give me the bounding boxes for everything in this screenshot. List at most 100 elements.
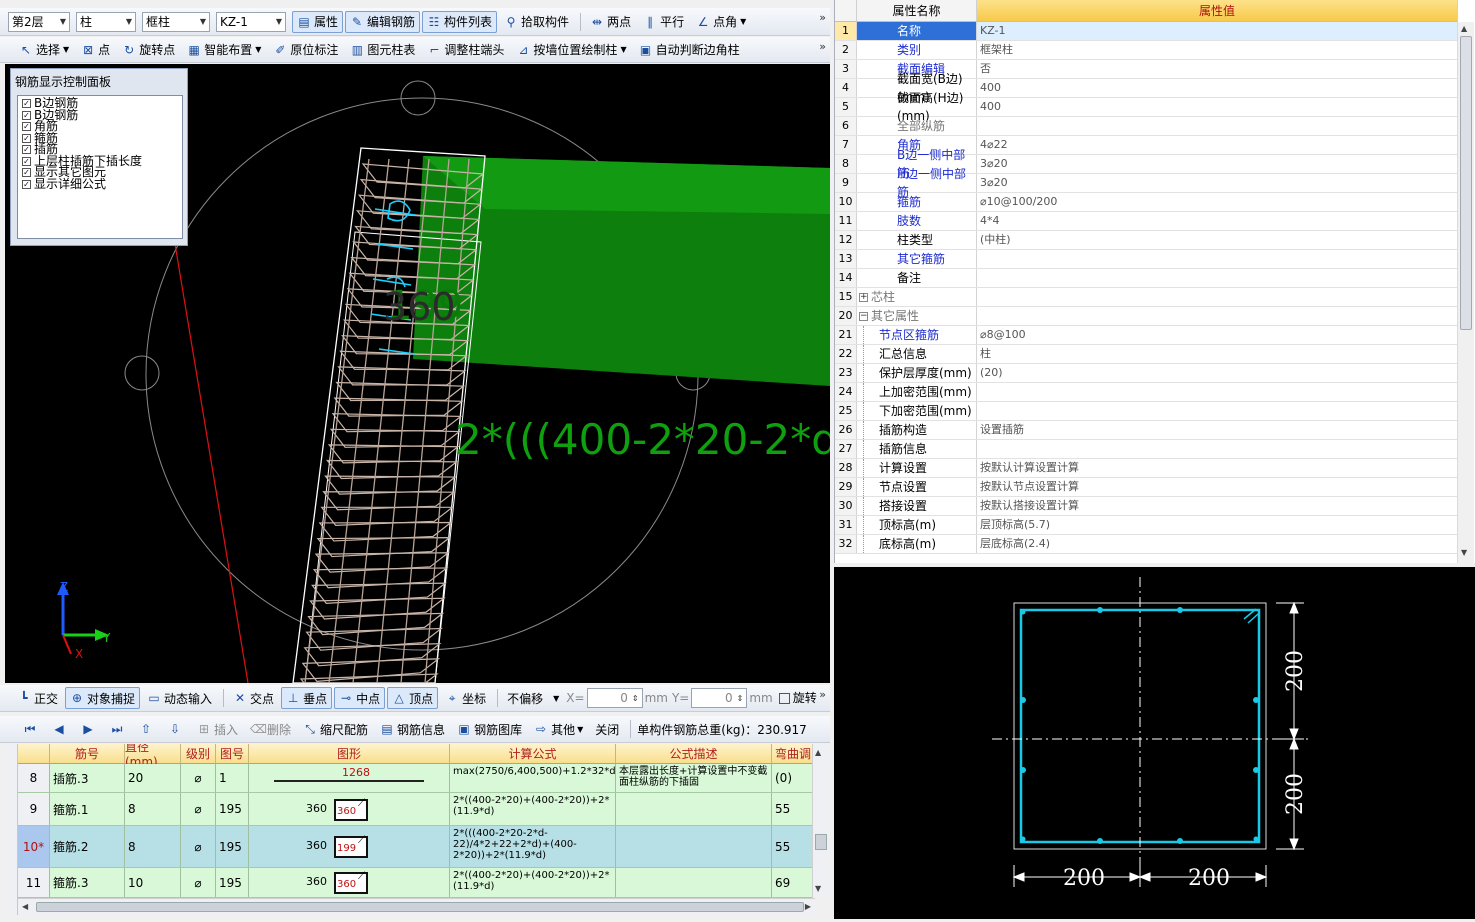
property-row[interactable]: 21 节点区箍筋 ⌀8@100 bbox=[835, 326, 1458, 345]
property-value[interactable]: 按默认计算设置计算 bbox=[977, 459, 1458, 477]
component-list-button[interactable]: ☷ 构件列表 bbox=[422, 10, 498, 33]
property-value[interactable]: 否 bbox=[977, 60, 1458, 78]
subcategory-select[interactable]: 框柱 ▼ bbox=[142, 11, 210, 32]
property-row[interactable]: 10 箍筋 ⌀10@100/200 bbox=[835, 193, 1458, 212]
formula-description[interactable] bbox=[616, 793, 772, 825]
table-header[interactable]: 筋号 bbox=[50, 744, 125, 764]
rebar-grade[interactable]: ⌀ bbox=[181, 868, 216, 897]
property-value[interactable] bbox=[977, 402, 1458, 420]
property-value[interactable]: (中柱) bbox=[977, 231, 1458, 249]
property-row[interactable]: 20− 其它属性 bbox=[835, 307, 1458, 326]
expand-icon[interactable]: + bbox=[859, 292, 868, 302]
property-value[interactable]: 层顶标高(5.7) bbox=[977, 516, 1458, 534]
coordinate-button[interactable]: ⌖ 坐标 bbox=[440, 687, 491, 709]
scroll-thumb[interactable] bbox=[815, 834, 827, 850]
perpendicular-button[interactable]: ⊥ 垂点 bbox=[281, 687, 333, 709]
row-index[interactable]: 9 bbox=[18, 793, 50, 825]
row-index[interactable]: 11 bbox=[18, 868, 50, 897]
delete-button[interactable]: ⌫ 删除 bbox=[245, 718, 296, 740]
scroll-down-icon[interactable]: ▼ bbox=[1461, 548, 1467, 557]
move-up-button[interactable]: ⇧ bbox=[134, 718, 161, 740]
orbit-handle-left[interactable] bbox=[124, 355, 160, 391]
property-row[interactable]: 30 搭接设置 按默认搭接设置计算 bbox=[835, 497, 1458, 516]
property-row[interactable]: 26 插筋构造 设置插筋 bbox=[835, 421, 1458, 440]
property-value[interactable]: 设置插筋 bbox=[977, 421, 1458, 439]
scroll-down-icon[interactable]: ▼ bbox=[815, 884, 821, 893]
property-value[interactable]: 按默认节点设置计算 bbox=[977, 478, 1458, 496]
next-record-button[interactable]: ▶ bbox=[76, 718, 103, 740]
rebar-info-button[interactable]: ▤ 钢筋信息 bbox=[375, 718, 450, 740]
property-row[interactable]: 31 顶标高(m) 层顶标高(5.7) bbox=[835, 516, 1458, 535]
property-value[interactable]: 400 bbox=[977, 98, 1458, 116]
property-row[interactable]: 2 类别 框架柱 bbox=[835, 41, 1458, 60]
rebar-diameter[interactable]: 8 bbox=[125, 826, 181, 867]
property-row[interactable]: 5 截面高(H边)(mm) 400 bbox=[835, 91, 1458, 123]
scale-rebar-button[interactable]: ⤡ 缩尺配筋 bbox=[298, 718, 373, 740]
scroll-up-icon[interactable]: ▲ bbox=[815, 748, 821, 757]
row-index[interactable]: 10* bbox=[18, 826, 50, 867]
y-input[interactable]: 0 ⇕ bbox=[691, 688, 748, 708]
bend-value[interactable]: 55 bbox=[772, 826, 815, 867]
move-down-button[interactable]: ⇩ bbox=[163, 718, 190, 740]
bend-value[interactable]: (0) bbox=[772, 764, 815, 792]
property-row[interactable]: 25 下加密范围(mm) bbox=[835, 402, 1458, 421]
auto-corner-column-button[interactable]: ▣ 自动判断边角柱 bbox=[634, 39, 745, 61]
intersection-button[interactable]: ✕ 交点 bbox=[228, 687, 279, 709]
figure-number[interactable]: 195 bbox=[216, 793, 249, 825]
property-value[interactable]: ⌀8@100 bbox=[977, 326, 1458, 344]
overflow-icon[interactable]: » bbox=[819, 688, 826, 701]
object-snap-button[interactable]: ⊕ 对象捕捉 bbox=[65, 687, 141, 709]
rotate-point-button[interactable]: ↻ 旋转点 bbox=[117, 39, 180, 61]
property-row[interactable]: 23 保护层厚度(mm) (20) bbox=[835, 364, 1458, 383]
property-value[interactable] bbox=[977, 440, 1458, 458]
property-value[interactable]: 框架柱 bbox=[977, 41, 1458, 59]
property-value[interactable] bbox=[977, 269, 1458, 287]
table-header[interactable]: 图号 bbox=[216, 744, 249, 764]
calc-formula[interactable]: 2*((400-2*20)+(400-2*20))+2*(11.9*d) bbox=[450, 868, 616, 897]
prev-record-button[interactable]: ◀ bbox=[47, 718, 74, 740]
adjust-column-end-button[interactable]: ⌐ 调整柱端头 bbox=[422, 39, 509, 61]
edit-rebar-button[interactable]: ✎ 编辑钢筋 bbox=[345, 10, 421, 33]
scroll-right-icon[interactable]: ▶ bbox=[805, 902, 811, 911]
other-button[interactable]: ⇨ 其他 ▼ bbox=[529, 718, 588, 740]
property-row[interactable]: 13 其它箍筋 bbox=[835, 250, 1458, 269]
property-row[interactable]: 14 备注 bbox=[835, 269, 1458, 288]
last-record-button[interactable]: ⏭ bbox=[105, 718, 132, 740]
rebar-number[interactable]: 箍筋.3 bbox=[50, 868, 125, 897]
formula-description[interactable] bbox=[616, 826, 772, 867]
property-value[interactable]: 按默认搭接设置计算 bbox=[977, 497, 1458, 515]
table-row[interactable]: 8 插筋.3 20 ⌀ 1 1268 max(2750/6,400,500)+1.2*32*… bbox=[18, 764, 815, 793]
table-header[interactable]: 级别 bbox=[181, 744, 216, 764]
midpoint-button[interactable]: ⊸ 中点 bbox=[334, 687, 386, 709]
draw-by-wall-button[interactable]: ⊿ 按墙位置绘制柱 ▼ bbox=[511, 39, 631, 61]
property-value[interactable]: ⌀10@100/200 bbox=[977, 193, 1458, 211]
collapse-icon[interactable]: − bbox=[859, 311, 868, 321]
property-row[interactable]: 6 全部纵筋 bbox=[835, 117, 1458, 136]
rebar-shape[interactable]: 360 199 ⟋ bbox=[249, 826, 450, 867]
figure-number[interactable]: 1 bbox=[216, 764, 249, 792]
property-row[interactable]: 12 柱类型 (中柱) bbox=[835, 231, 1458, 250]
property-value[interactable] bbox=[977, 288, 1458, 306]
bend-value[interactable]: 55 bbox=[772, 793, 815, 825]
property-row[interactable]: 29 节点设置 按默认节点设置计算 bbox=[835, 478, 1458, 497]
category-select[interactable]: 柱 ▼ bbox=[76, 11, 136, 32]
property-value[interactable] bbox=[977, 250, 1458, 268]
two-point-button[interactable]: ⇹ 两点 bbox=[585, 11, 636, 33]
table-vertical-scrollbar[interactable]: ▲ ▼ bbox=[812, 744, 829, 898]
select-button[interactable]: ↖ 选择 ▼ bbox=[14, 39, 74, 61]
calc-formula[interactable]: 2*((400-2*20)+(400-2*20))+2*(11.9*d) bbox=[450, 793, 616, 825]
property-value[interactable]: 层底标高(2.4) bbox=[977, 535, 1458, 553]
property-scrollbar[interactable]: ▲ ▼ bbox=[1457, 22, 1474, 563]
vertex-button[interactable]: △ 顶点 bbox=[387, 687, 439, 709]
scroll-thumb[interactable] bbox=[36, 902, 804, 912]
property-row[interactable]: 15 + 芯柱 bbox=[835, 288, 1458, 307]
ortho-button[interactable]: ┗ 正交 bbox=[12, 687, 63, 709]
pick-component-button[interactable]: ⚲ 拾取构件 bbox=[499, 11, 574, 33]
scroll-up-icon[interactable]: ▲ bbox=[1461, 24, 1467, 33]
rebar-grade[interactable]: ⌀ bbox=[181, 826, 216, 867]
rebar-option-checkbox[interactable]: ✓ 显示详细公式 bbox=[22, 178, 178, 191]
property-row[interactable]: 28 计算设置 按默认计算设置计算 bbox=[835, 459, 1458, 478]
property-value[interactable]: (20) bbox=[977, 364, 1458, 382]
smart-layout-button[interactable]: ▦ 智能布置 ▼ bbox=[182, 39, 266, 61]
first-record-button[interactable]: ⏮ bbox=[18, 718, 45, 740]
